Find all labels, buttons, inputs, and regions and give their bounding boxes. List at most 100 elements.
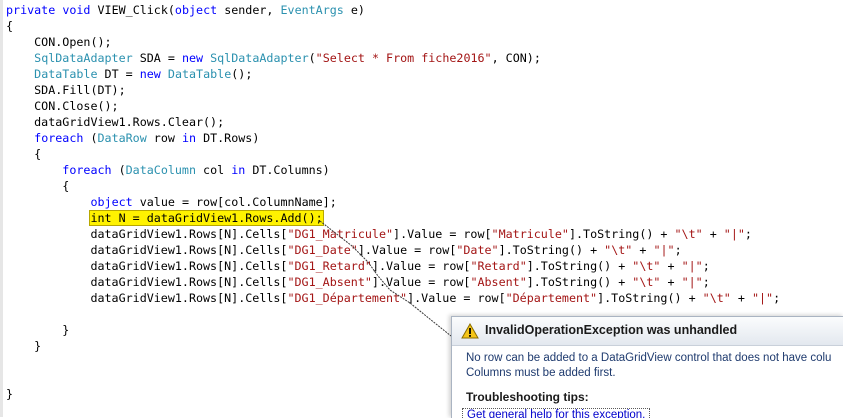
code-line: dataGridView1.Rows.Clear(); bbox=[6, 114, 224, 130]
code-token: dataGridView1.Rows[N].Cells[ bbox=[6, 291, 288, 305]
code-token: "Matricule" bbox=[491, 227, 569, 241]
editor-gutter bbox=[0, 0, 3, 417]
code-line: foreach (DataColumn col in DT.Columns) bbox=[6, 162, 330, 178]
code-token: in bbox=[181, 131, 197, 145]
code-token: dataGridView1.Rows[N].Cells[ bbox=[6, 227, 288, 241]
code-token: "DG1_Retard" bbox=[287, 259, 372, 273]
code-line: dataGridView1.Rows[N].Cells["DG1_Date"].… bbox=[6, 242, 682, 258]
code-token: { bbox=[6, 19, 14, 33]
code-token: ; bbox=[702, 275, 710, 289]
code-token: ].ToString() + bbox=[526, 259, 633, 273]
code-token: new bbox=[139, 67, 161, 81]
current-statement-highlight: int N = dataGridView1.Rows.Add(); bbox=[89, 210, 324, 226]
code-token: DT.Columns) bbox=[245, 163, 330, 177]
code-token: + bbox=[730, 291, 752, 305]
code-token: ( bbox=[308, 51, 316, 65]
code-token: VIEW_Click( bbox=[90, 3, 175, 17]
code-token: CON.Close(); bbox=[6, 99, 119, 113]
code-token: DataRow bbox=[97, 131, 147, 145]
code-token: "|" bbox=[751, 291, 774, 305]
code-token: ].ToString() + bbox=[597, 291, 703, 305]
troubleshooting-tips-heading: Troubleshooting tips: bbox=[466, 390, 589, 404]
code-line: SDA.Fill(DT); bbox=[6, 82, 126, 98]
code-token: dataGridView1.Rows[N].Cells[ bbox=[6, 275, 288, 289]
code-token: "|" bbox=[681, 259, 703, 273]
code-token: object bbox=[174, 3, 218, 17]
code-token: sender, bbox=[217, 3, 281, 17]
exception-message-line: No row can be added to a DataGridView co… bbox=[466, 352, 832, 364]
code-token: EventArgs bbox=[280, 3, 344, 17]
code-token: DataColumn bbox=[125, 163, 197, 177]
code-token: } bbox=[6, 339, 42, 353]
code-token: ].Value = row[ bbox=[371, 259, 471, 273]
code-token: DataTable bbox=[167, 67, 232, 81]
code-token: SDA.Fill(DT); bbox=[6, 83, 126, 97]
code-line: int N = dataGridView1.Rows.Add(); bbox=[6, 210, 324, 226]
code-line: CON.Close(); bbox=[6, 98, 119, 114]
code-token: CON.Open(); bbox=[6, 35, 112, 49]
code-line: object value = row[col.ColumnName]; bbox=[6, 194, 337, 210]
code-token: "DG1_Département" bbox=[287, 291, 408, 305]
code-line: dataGridView1.Rows[N].Cells["DG1_Départe… bbox=[6, 290, 780, 306]
code-line: { bbox=[6, 146, 41, 162]
code-token: e) bbox=[343, 3, 365, 17]
code-token: in bbox=[231, 163, 246, 177]
code-token: ].ToString() + bbox=[568, 227, 675, 241]
code-token: row bbox=[146, 131, 182, 145]
code-token: } bbox=[6, 387, 14, 401]
exception-message: No row can be added to a DataGridView co… bbox=[466, 351, 843, 381]
code-token: "|" bbox=[653, 243, 675, 257]
code-token: { bbox=[6, 147, 42, 161]
code-token: "|" bbox=[681, 275, 703, 289]
code-token: (); bbox=[231, 67, 253, 81]
code-token: ].ToString() + bbox=[498, 243, 605, 257]
code-line: foreach (DataRow row in DT.Rows) bbox=[6, 130, 259, 146]
code-line: dataGridView1.Rows[N].Cells["DG1_Absent"… bbox=[6, 274, 710, 290]
exception-assistant: InvalidOperationException was unhandled … bbox=[451, 316, 843, 418]
code-token: + bbox=[660, 275, 682, 289]
code-token: "\t" bbox=[702, 291, 731, 305]
code-token: dataGridView1.Rows[N].Cells[ bbox=[6, 243, 288, 257]
code-token: foreach bbox=[34, 131, 84, 145]
code-token: "\t" bbox=[632, 275, 661, 289]
code-token: "\t" bbox=[674, 227, 703, 241]
code-token: ].Value = row[ bbox=[357, 243, 457, 257]
code-token: ; bbox=[773, 291, 781, 305]
code-token: new bbox=[181, 51, 204, 65]
code-token: ].ToString() + bbox=[526, 275, 633, 289]
code-line: { bbox=[6, 18, 13, 34]
exception-header: InvalidOperationException was unhandled bbox=[452, 317, 843, 346]
code-token: "Select * From fiche2016" bbox=[315, 51, 492, 65]
code-token: void bbox=[62, 3, 91, 17]
code-token: SqlDataAdapter bbox=[34, 51, 133, 65]
code-token: , CON); bbox=[491, 51, 541, 65]
code-token: ; bbox=[744, 227, 752, 241]
code-token: + bbox=[632, 243, 654, 257]
code-line: SqlDataAdapter SDA = new SqlDataAdapter(… bbox=[6, 50, 541, 66]
code-token: "DG1_Matricule" bbox=[287, 227, 394, 241]
code-line: CON.Open(); bbox=[6, 34, 112, 50]
code-token: "Département" bbox=[505, 291, 598, 305]
code-token: SqlDataAdapter bbox=[210, 51, 309, 65]
code-token: "\t" bbox=[632, 259, 661, 273]
code-token: dataGridView1.Rows[N].Cells[ bbox=[6, 259, 288, 273]
code-token: object bbox=[90, 195, 133, 209]
code-token: value = row[col.ColumnName]; bbox=[132, 195, 337, 209]
code-line: DataTable DT = new DataTable(); bbox=[6, 66, 252, 82]
code-token: "Retard" bbox=[470, 259, 527, 273]
code-token: "\t" bbox=[604, 243, 633, 257]
warning-icon bbox=[461, 323, 479, 339]
code-line: } bbox=[6, 386, 13, 402]
code-token: DataTable bbox=[34, 67, 98, 81]
code-token: SDA = bbox=[132, 51, 182, 65]
code-token: ].Value = row[ bbox=[371, 275, 471, 289]
code-token: ; bbox=[674, 243, 682, 257]
code-token: "Absent" bbox=[470, 275, 527, 289]
code-token: + bbox=[702, 227, 724, 241]
code-token: ].Value = row[ bbox=[393, 227, 492, 241]
